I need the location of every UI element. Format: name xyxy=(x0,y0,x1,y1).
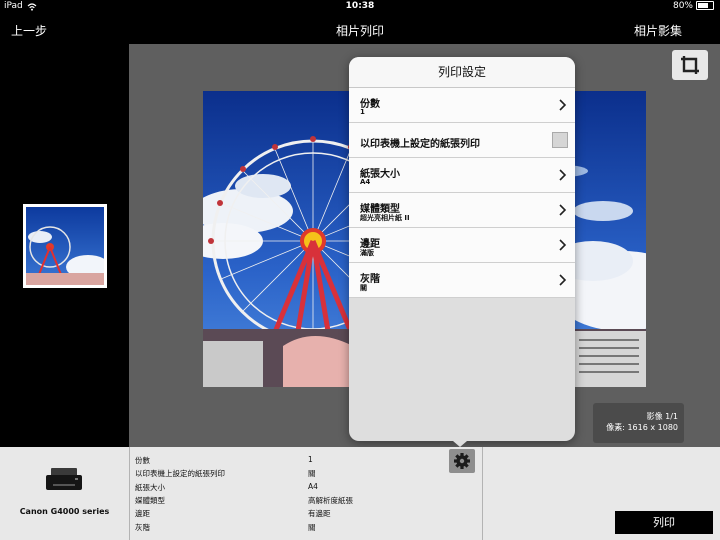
chevron-right-icon xyxy=(559,169,567,181)
printer-name: Canon G4000 series xyxy=(19,507,110,516)
settings-button[interactable] xyxy=(449,449,475,473)
page-title: 相片列印 xyxy=(335,24,384,38)
summary-key: 灰階 xyxy=(135,523,150,532)
status-bar: iPad 10:38 80% xyxy=(0,0,720,14)
image-pixels: 像素: 1616 x 1080 xyxy=(606,423,678,432)
setting-value: 關 xyxy=(360,284,367,292)
settings-summary: 份數 1 以印表機上設定的紙張列印 關 紙張大小 A4 媒體類型 高解析度紙張 … xyxy=(130,447,483,540)
photo-album-button[interactable]: 相片影集 xyxy=(634,22,682,39)
popover-title: 列印設定 xyxy=(349,57,575,88)
chevron-right-icon xyxy=(559,274,567,286)
status-time: 10:38 xyxy=(345,1,375,11)
chevron-right-icon xyxy=(559,204,567,216)
summary-value: 1 xyxy=(308,455,313,464)
chevron-right-icon xyxy=(559,239,567,251)
setting-row-copies[interactable]: 份數 1 xyxy=(349,88,575,123)
setting-label: 以印表機上設定的紙張列印 xyxy=(360,139,480,150)
setting-value: 1 xyxy=(360,108,365,116)
summary-key: 紙張大小 xyxy=(135,483,165,492)
photo-thumbnail[interactable] xyxy=(23,204,107,288)
setting-value: A4 xyxy=(360,178,371,186)
setting-value: 滿版 xyxy=(360,249,374,257)
crop-button[interactable] xyxy=(672,50,708,80)
print-settings-popover: 列印設定 份數 1 以印表機上設定的紙張列印 紙張大小 A4 媒體類型 超光亮相… xyxy=(349,57,575,441)
summary-value: 關 xyxy=(308,523,316,532)
chevron-right-icon xyxy=(559,99,567,111)
printer-paper-checkbox[interactable] xyxy=(552,132,568,148)
summary-value: A4 xyxy=(308,482,318,491)
crop-icon xyxy=(681,56,699,74)
setting-row-media-type[interactable]: 媒體類型 超光亮相片紙 II xyxy=(349,193,575,228)
printer-icon xyxy=(46,468,82,490)
nav-bar: 上一步 相片列印 相片影集 xyxy=(0,14,720,44)
setting-row-border[interactable]: 邊距 滿版 xyxy=(349,228,575,263)
setting-value: 超光亮相片紙 II xyxy=(360,214,410,222)
battery-icon xyxy=(696,1,714,10)
print-button[interactable]: 列印 xyxy=(615,511,713,534)
battery-percent: 80% xyxy=(672,1,693,11)
summary-value: 高解析度紙張 xyxy=(308,496,353,505)
summary-key: 份數 xyxy=(135,456,150,465)
image-count: 影像 1/1 xyxy=(646,412,678,421)
setting-row-paper-size[interactable]: 紙張大小 A4 xyxy=(349,158,575,193)
bottom-panel: Canon G4000 series 份數 1 以印表機上設定的紙張列印 關 紙… xyxy=(0,447,720,540)
summary-key: 媒體類型 xyxy=(135,496,165,505)
gear-icon xyxy=(454,453,470,469)
battery-status: 80% xyxy=(673,1,714,11)
summary-key: 邊距 xyxy=(135,509,150,518)
summary-value: 有邊距 xyxy=(308,509,331,518)
image-info: 影像 1/1 像素: 1616 x 1080 xyxy=(593,403,684,443)
summary-value: 關 xyxy=(308,469,316,478)
setting-row-printer-paper[interactable]: 以印表機上設定的紙張列印 xyxy=(349,123,575,158)
setting-row-grayscale[interactable]: 灰階 關 xyxy=(349,263,575,298)
summary-key: 以印表機上設定的紙張列印 xyxy=(135,469,225,478)
thumbnail-image xyxy=(26,207,104,285)
printer-selector[interactable]: Canon G4000 series xyxy=(0,447,130,540)
